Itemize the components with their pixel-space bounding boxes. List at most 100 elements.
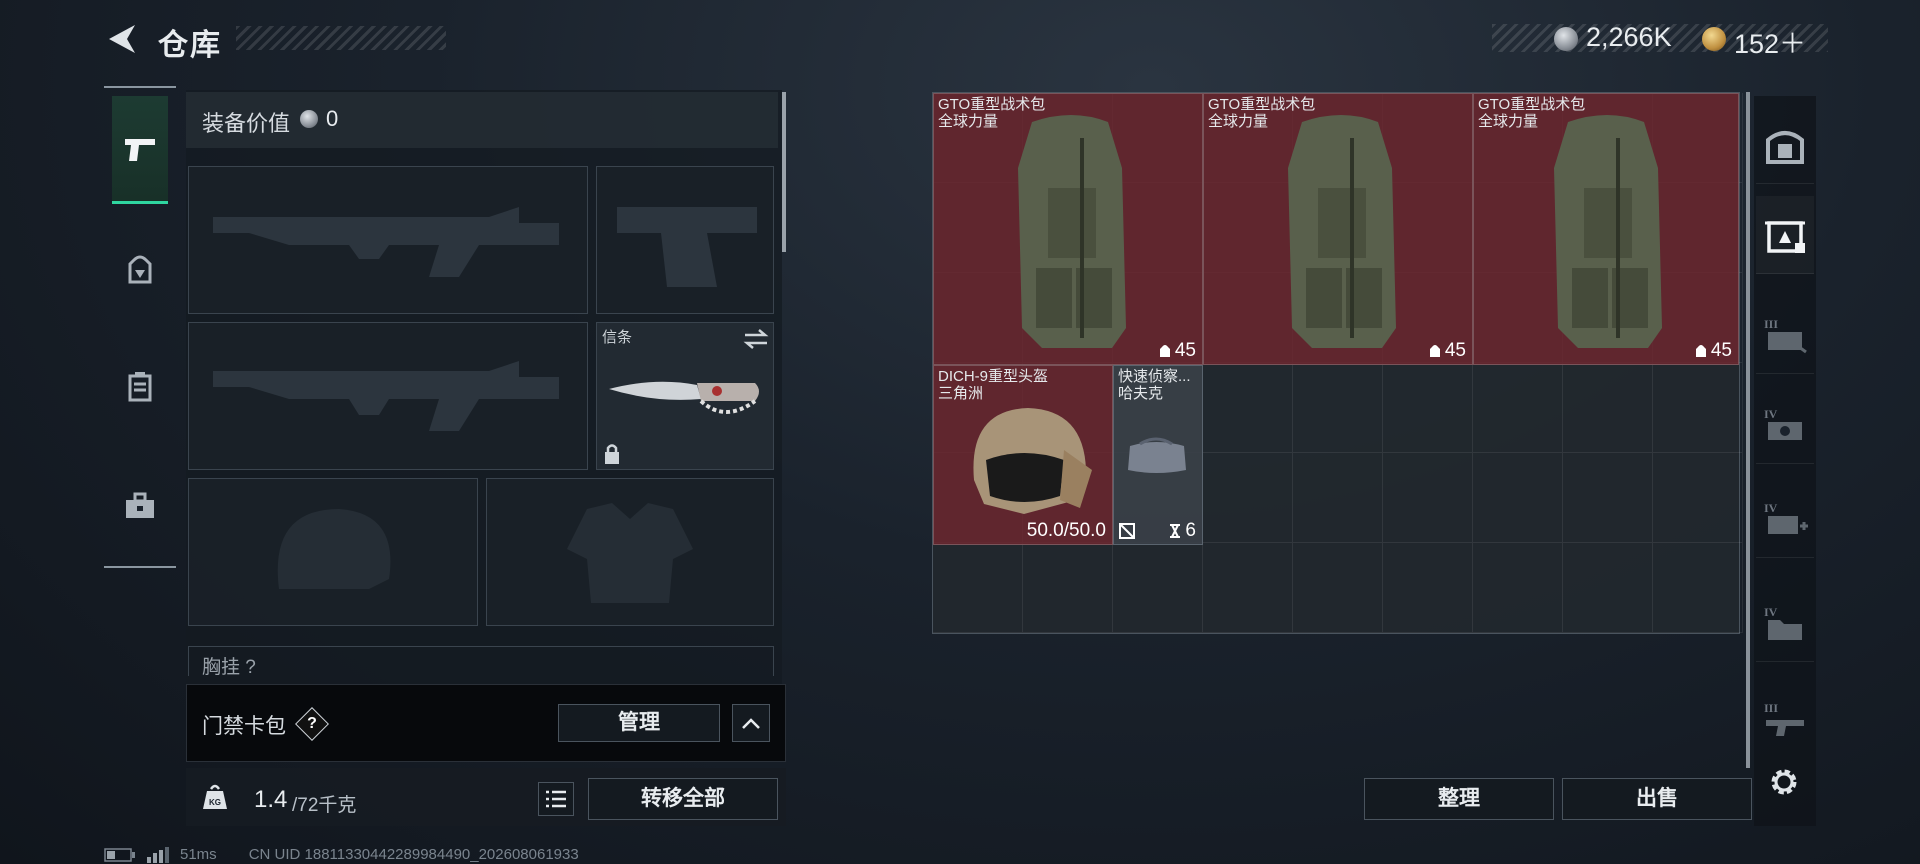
stash-grid-cell[interactable] <box>1383 363 1473 453</box>
equipment-value: 0 <box>326 106 339 131</box>
armor-slot[interactable] <box>486 478 774 626</box>
tab-tier-iii-container[interactable]: III <box>1756 296 1814 374</box>
nav-tab-briefcase[interactable] <box>112 452 168 560</box>
stash-grid-cell[interactable] <box>1023 543 1113 633</box>
tier-iv-folder-icon: IV <box>1764 605 1802 640</box>
chest-rig-slot[interactable] <box>188 646 774 676</box>
nav-tab-backpack[interactable] <box>112 216 168 324</box>
item-count: 45 <box>1710 340 1732 361</box>
backpack-item-icon <box>1018 115 1126 348</box>
svg-text:IV: IV <box>1764 605 1778 619</box>
gear-icon <box>1771 769 1797 795</box>
equipment-scrollbar[interactable] <box>782 92 786 252</box>
rifle-silhouette-icon <box>213 361 559 431</box>
tier-iii-gun-icon: III <box>1764 701 1804 736</box>
collapse-button[interactable] <box>732 704 770 742</box>
tab-container-lock[interactable] <box>1756 196 1814 274</box>
transfer-all-button[interactable]: 转移全部 <box>588 778 778 820</box>
item-durability: 50.0/50.0 <box>1026 520 1106 541</box>
silver-coin-icon <box>300 110 318 128</box>
stash-grid-cell[interactable] <box>1293 453 1383 543</box>
pistol-silhouette-icon <box>617 207 757 287</box>
armor-silhouette-icon <box>567 503 693 603</box>
stash-grid: GTO重型战术包 全球力量 45 GTO重型战术包 全球力量 45 GTO重型战… <box>932 92 1743 634</box>
stash-grid-cell[interactable] <box>1113 543 1203 633</box>
stash-item-gto-backpack[interactable]: GTO重型战术包 全球力量 45 <box>933 93 1203 365</box>
tab-safe-box[interactable] <box>1756 106 1814 184</box>
back-button[interactable] <box>104 22 140 56</box>
gold-currency-value[interactable]: 152＋ <box>1734 22 1806 61</box>
pistol-slot[interactable] <box>596 166 774 314</box>
stash-grid-cell[interactable] <box>1203 453 1293 543</box>
tab-tier-iv-container[interactable]: IV <box>1756 386 1814 464</box>
stash-grid-cell[interactable] <box>1563 453 1653 543</box>
svg-text:IV: IV <box>1764 501 1778 515</box>
stash-grid-cell[interactable] <box>1473 363 1563 453</box>
stash-grid-cell[interactable] <box>1653 363 1743 453</box>
tab-tier-iv-folder[interactable]: IV <box>1756 584 1814 662</box>
tab-tier-iv-add[interactable]: IV <box>1756 480 1814 558</box>
stash-item-gto-backpack[interactable]: GTO重型战术包 全球力量 45 <box>1203 93 1473 365</box>
sort-button[interactable]: 整理 <box>1364 778 1554 820</box>
slots-icon <box>1695 345 1706 357</box>
stash-grid-cell[interactable] <box>1203 543 1293 633</box>
stash-grid-cell[interactable] <box>1563 363 1653 453</box>
slots-icon <box>1159 345 1170 357</box>
melee-weapon-name: 信条 <box>602 329 633 346</box>
nav-tab-case[interactable] <box>112 332 168 440</box>
stash-grid-cell[interactable] <box>1563 543 1653 633</box>
keycard-pack-label: 门禁卡包 <box>202 715 286 738</box>
lock-icon <box>605 444 619 464</box>
settings-button[interactable] <box>1762 760 1806 804</box>
weight-kg-icon: KG <box>203 784 227 809</box>
manage-button[interactable]: 管理 <box>558 704 720 742</box>
stash-item-recon-bag[interactable]: 快速侦察... 哈夫克 6 <box>1113 365 1203 545</box>
pistol-icon <box>125 138 155 161</box>
item-name: 快速侦察... <box>1118 368 1191 385</box>
gold-coin-icon <box>1702 27 1726 51</box>
stash-item-dich9-helmet[interactable]: DICH-9重型头盔 三角洲 50.0/50.0 <box>933 365 1113 545</box>
nav-tab-weapons[interactable] <box>112 96 168 204</box>
tier-iii-container-icon: III <box>1764 317 1807 353</box>
item-count: 45 <box>1174 340 1196 361</box>
help-icon-glyph: ? <box>307 715 317 732</box>
nav-divider <box>104 86 176 88</box>
stash-grid-cell[interactable] <box>1293 543 1383 633</box>
stash-grid-cell[interactable] <box>1473 453 1563 543</box>
signal-icon <box>147 846 169 863</box>
svg-text:KG: KG <box>209 798 221 807</box>
stash-scrollbar[interactable] <box>1746 92 1750 768</box>
stash-grid-cell[interactable] <box>1293 363 1383 453</box>
helmet-silhouette-icon <box>277 509 391 589</box>
page-title: 仓库 <box>158 29 222 62</box>
item-count: 45 <box>1444 340 1466 361</box>
tab-tier-iii-gun[interactable]: III <box>1756 680 1814 758</box>
item-brand: 全球力量 <box>938 113 999 130</box>
stack-icon <box>1170 524 1181 538</box>
item-brand: 哈夫克 <box>1118 385 1164 402</box>
stash-grid-cell[interactable] <box>1203 363 1293 453</box>
secondary-weapon-slot[interactable] <box>188 322 588 470</box>
svg-text:IV: IV <box>1764 407 1778 421</box>
stash-grid-cell[interactable] <box>1383 543 1473 633</box>
svg-text:III: III <box>1764 701 1778 715</box>
sell-button[interactable]: 出售 <box>1562 778 1752 820</box>
stash-grid-cell[interactable] <box>1383 453 1473 543</box>
briefcase-icon <box>126 492 154 518</box>
tier-iv-add-icon: IV <box>1764 501 1808 534</box>
silver-currency-value: 2,266K <box>1586 22 1672 52</box>
title-decoration <box>236 26 446 50</box>
helmet-slot[interactable] <box>188 478 478 626</box>
list-view-button[interactable] <box>538 782 574 816</box>
slots-icon <box>1429 345 1440 357</box>
status-bar: 51ms CN UID 18811330442289984490_2026080… <box>104 846 579 863</box>
stash-item-gto-backpack[interactable]: GTO重型战术包 全球力量 45 <box>1473 93 1739 365</box>
stash-grid-cell[interactable] <box>933 543 1023 633</box>
stash-grid-cell[interactable] <box>1653 543 1743 633</box>
stash-grid-cell[interactable] <box>1653 453 1743 543</box>
tier-iv-container-icon: IV <box>1764 407 1802 440</box>
chevron-up-icon <box>742 718 760 729</box>
stash-grid-cell[interactable] <box>1473 543 1563 633</box>
nav-divider <box>104 566 176 568</box>
primary-weapon-slot[interactable] <box>188 166 588 314</box>
